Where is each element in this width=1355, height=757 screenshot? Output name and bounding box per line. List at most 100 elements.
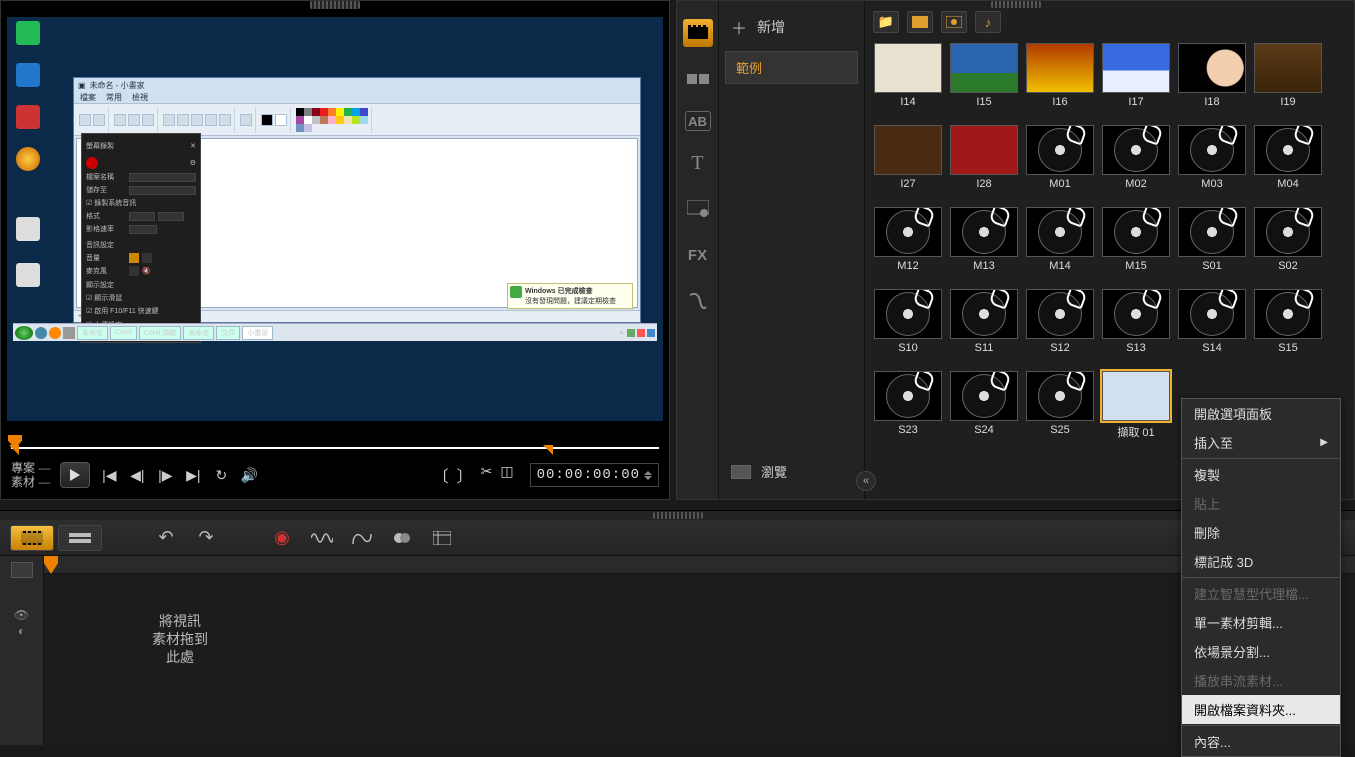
thumb-label: M14 (1049, 260, 1070, 272)
library-thumb[interactable]: I17 (1101, 43, 1171, 121)
context-menu-item[interactable]: 依場景分割... (1182, 637, 1340, 666)
preview-screen: ▣未命名 - 小畫家 檔案常用檢視 +100 × 100 像素100% (1, 11, 669, 427)
filter-video-button[interactable] (907, 11, 933, 33)
browse-button[interactable]: 瀏覽 (725, 456, 858, 487)
library-thumb[interactable]: M01 (1025, 125, 1095, 203)
context-menu-item[interactable]: 標記成 3D (1182, 547, 1340, 576)
track-lock-toggle[interactable]: ◐ (18, 624, 25, 638)
category-fx[interactable]: FX (683, 241, 713, 269)
category-transition[interactable] (683, 65, 713, 93)
plus-icon: ＋ (731, 15, 747, 39)
scrubber[interactable] (1, 427, 669, 457)
repeat-button[interactable]: ↻ (212, 466, 230, 484)
cut-button[interactable]: ✂ (481, 463, 493, 487)
mark-out-handle[interactable] (543, 445, 553, 455)
context-menu-item[interactable]: 單一素材剪輯... (1182, 608, 1340, 637)
panel-grip[interactable] (310, 1, 360, 9)
mark-in-button[interactable]: 〔 (433, 463, 449, 487)
timeline-panel: ↶ ↷ ◉ 👁 ◐ 將視訊素材拖到此處 (0, 510, 1355, 744)
folder-item-sample[interactable]: 範例 (725, 51, 858, 84)
timeline-view-button[interactable] (58, 525, 102, 551)
track-area[interactable]: 將視訊素材拖到此處 (44, 556, 1355, 745)
library-thumb[interactable]: I14 (873, 43, 943, 121)
thumb-label: S02 (1278, 260, 1298, 272)
prev-frame-button[interactable]: ◀| (128, 466, 146, 484)
library-thumb[interactable]: S01 (1177, 207, 1247, 285)
library-thumb[interactable]: M03 (1177, 125, 1247, 203)
library-thumb[interactable]: M04 (1253, 125, 1323, 203)
auto-music-button[interactable] (350, 526, 374, 550)
thumb-label: M03 (1201, 178, 1222, 190)
context-menu-item[interactable]: 插入至▶ (1182, 428, 1340, 457)
open-folder-button[interactable]: 📁 (873, 11, 899, 33)
library-thumb[interactable]: S24 (949, 371, 1019, 449)
go-end-button[interactable]: ▶| (184, 466, 202, 484)
library-thumb[interactable]: M14 (1025, 207, 1095, 285)
thumb-label: M13 (973, 260, 994, 272)
collapse-handle[interactable]: « (856, 471, 876, 491)
volume-button[interactable]: 🔊 (240, 466, 258, 484)
filter-photo-button[interactable] (941, 11, 967, 33)
mark-in-handle[interactable] (9, 445, 19, 455)
library-thumb[interactable]: I27 (873, 125, 943, 203)
context-menu-item[interactable]: 複製 (1182, 460, 1340, 489)
library-thumb[interactable]: S15 (1253, 289, 1323, 367)
category-media[interactable] (683, 19, 713, 47)
category-text[interactable]: T (683, 149, 713, 177)
next-frame-button[interactable]: |▶ (156, 466, 174, 484)
track-header: 👁 ◐ (0, 556, 44, 745)
library-thumb[interactable]: I18 (1177, 43, 1247, 121)
chapter-button[interactable] (430, 526, 454, 550)
redo-button[interactable]: ↷ (194, 526, 218, 550)
library-thumb[interactable]: S13 (1101, 289, 1171, 367)
context-menu-item[interactable]: 內容... (1182, 727, 1340, 756)
undo-button[interactable]: ↶ (154, 526, 178, 550)
library-thumb[interactable]: M12 (873, 207, 943, 285)
play-button[interactable] (60, 462, 90, 488)
library-thumb[interactable]: I19 (1253, 43, 1323, 121)
timecode[interactable]: 00:00:00:00 (530, 463, 659, 487)
library-thumb[interactable]: S14 (1177, 289, 1247, 367)
storyboard-view-button[interactable] (10, 525, 54, 551)
thumb-label: S13 (1126, 342, 1146, 354)
library-thumb[interactable]: 擷取 01 (1101, 371, 1171, 449)
mode-labels[interactable]: 專案 — 素材 — (11, 461, 50, 489)
category-path[interactable] (683, 287, 713, 315)
library-thumb[interactable]: S10 (873, 289, 943, 367)
add-folder-button[interactable]: ＋ 新增 (725, 13, 858, 41)
filter-audio-button[interactable]: ♪ (975, 11, 1001, 33)
panel-grip[interactable] (653, 512, 703, 519)
thumb-label: M04 (1277, 178, 1298, 190)
context-menu-item[interactable]: 開啟檔案資料夾... (1182, 695, 1340, 724)
track-visibility-toggle[interactable]: 👁 (14, 608, 29, 622)
category-graphic[interactable] (683, 195, 713, 223)
track-menu-button[interactable] (11, 562, 33, 578)
library-thumb[interactable]: M15 (1101, 207, 1171, 285)
context-menu-item[interactable]: 開啟選項面板 (1182, 399, 1340, 428)
timeline-playhead[interactable] (44, 556, 58, 574)
library-thumb[interactable]: S11 (949, 289, 1019, 367)
library-thumb[interactable]: I15 (949, 43, 1019, 121)
timeline-ruler[interactable] (44, 556, 1355, 574)
library-thumb[interactable]: I16 (1025, 43, 1095, 121)
thumb-label: I19 (1280, 96, 1295, 108)
library-thumb[interactable]: S02 (1253, 207, 1323, 285)
thumb-label: M12 (897, 260, 918, 272)
library-thumb[interactable]: I28 (949, 125, 1019, 203)
split-button[interactable]: ◫ (500, 463, 513, 487)
library-thumb[interactable]: S12 (1025, 289, 1095, 367)
marker-button[interactable] (390, 526, 414, 550)
library-thumb[interactable]: S23 (873, 371, 943, 449)
library-thumb[interactable]: M02 (1101, 125, 1171, 203)
playback-bar: 專案 — 素材 — |◀ ◀| |▶ ▶| ↻ 🔊 〔 〕 ✂ ◫ (1, 457, 669, 499)
record-button[interactable]: ◉ (270, 526, 294, 550)
context-menu-item[interactable]: 刪除 (1182, 518, 1340, 547)
captured-taskbar: 未命名 Corel Corel 擷取 未命名 文件 小畫家 ▲ (13, 323, 657, 341)
go-start-button[interactable]: |◀ (100, 466, 118, 484)
category-title[interactable]: AB (685, 111, 711, 131)
audio-mixer-button[interactable] (310, 526, 334, 550)
library-thumb[interactable]: M13 (949, 207, 1019, 285)
mark-out-button[interactable]: 〕 (457, 463, 473, 487)
captured-desktop: ▣未命名 - 小畫家 檔案常用檢視 +100 × 100 像素100% (7, 17, 663, 421)
library-thumb[interactable]: S25 (1025, 371, 1095, 449)
